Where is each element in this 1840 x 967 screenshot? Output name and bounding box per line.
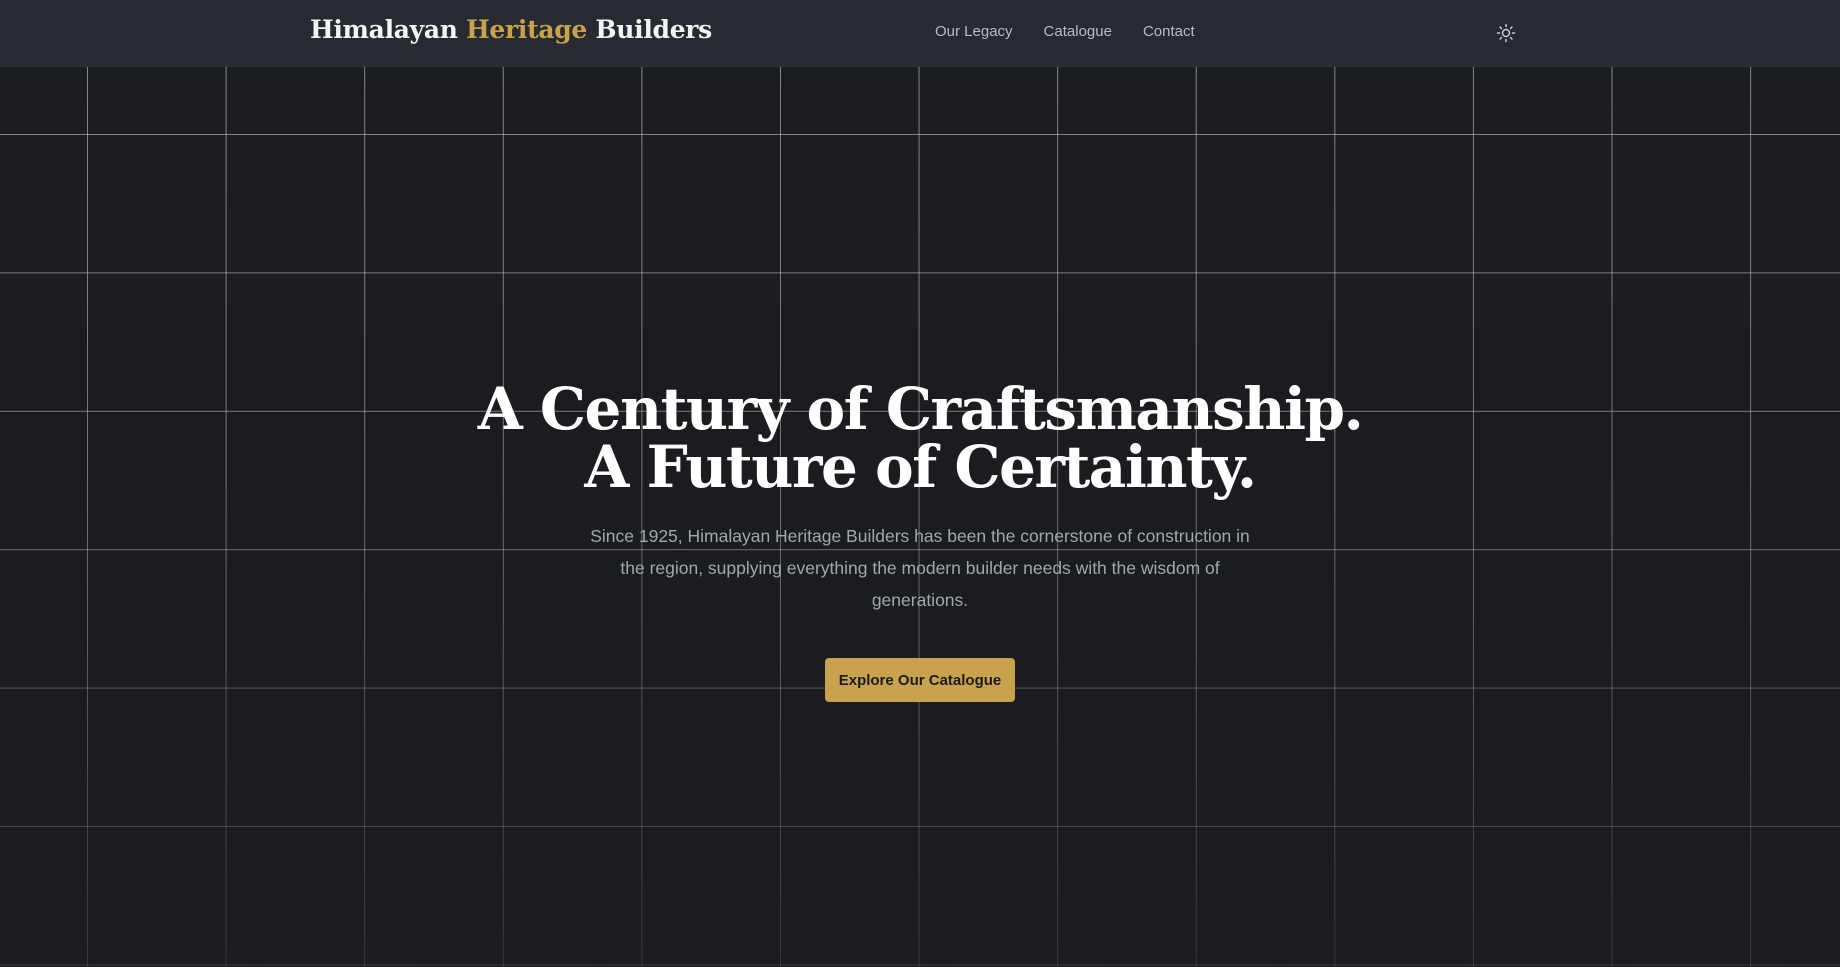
brand-name-part1: Himalayan: [310, 15, 467, 44]
brand-name-part2: Builders: [587, 15, 712, 44]
brand-logo[interactable]: Himalayan Heritage Builders: [310, 15, 712, 44]
theme-toggle-button[interactable]: [1493, 20, 1519, 46]
hero-subtitle: Since 1925, Himalayan Heritage Builders …: [590, 526, 1250, 610]
nav-link-catalogue[interactable]: Catalogue: [1044, 23, 1112, 40]
hero-title-line1: A Century of Craftsmanship.: [477, 375, 1364, 443]
page: Himalayan Heritage Builders Our Legacy C…: [0, 0, 1840, 967]
brand-name-accent: Heritage: [466, 15, 588, 44]
nav-link-contact[interactable]: Contact: [1143, 23, 1195, 40]
site-header: Himalayan Heritage Builders Our Legacy C…: [0, 0, 1840, 67]
sun-icon: [1496, 23, 1516, 43]
explore-catalogue-button[interactable]: Explore Our Catalogue: [825, 658, 1015, 702]
hero-title-line2: A Future of Certainty.: [584, 433, 1257, 501]
hero-section: A Century of Craftsmanship. A Future of …: [0, 380, 1840, 702]
main-nav: Our Legacy Catalogue Contact: [935, 23, 1195, 40]
hero-title: A Century of Craftsmanship. A Future of …: [0, 380, 1840, 496]
nav-link-our-legacy[interactable]: Our Legacy: [935, 23, 1013, 40]
